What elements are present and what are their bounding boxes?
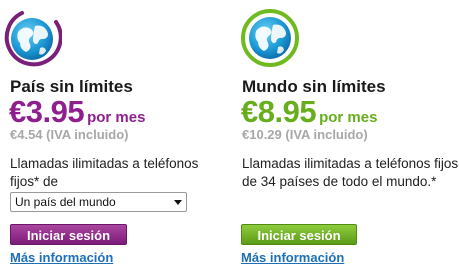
more-info-link[interactable]: Más información <box>10 250 113 265</box>
price-with-vat: €10.29 (IVA incluido) <box>242 127 368 142</box>
price-line: €3.95 por mes <box>9 94 145 130</box>
price-period: por mes <box>319 109 378 126</box>
price-line: €8.95 por mes <box>241 94 377 130</box>
country-select[interactable]: Un país del mundo <box>10 192 187 212</box>
globe-icon <box>4 11 62 67</box>
price-period: por mes <box>87 109 146 126</box>
globe-icon <box>241 9 299 67</box>
plan-description: Llamadas ilimitadas a teléfonos fijos* d… <box>10 156 199 189</box>
price-with-vat: €4.54 (IVA incluido) <box>10 127 129 142</box>
login-button[interactable]: Iniciar sesión <box>10 224 127 245</box>
login-button[interactable]: Iniciar sesión <box>241 224 357 245</box>
plan-description: Llamadas ilimitadas a teléfonos fijos de… <box>242 156 459 189</box>
more-info-link[interactable]: Más información <box>241 250 344 265</box>
price-amount: €3.95 <box>9 94 85 129</box>
price-amount: €8.95 <box>241 94 317 129</box>
country-select-value: Un país del mundo <box>15 195 116 209</box>
chevron-down-icon <box>174 200 182 205</box>
